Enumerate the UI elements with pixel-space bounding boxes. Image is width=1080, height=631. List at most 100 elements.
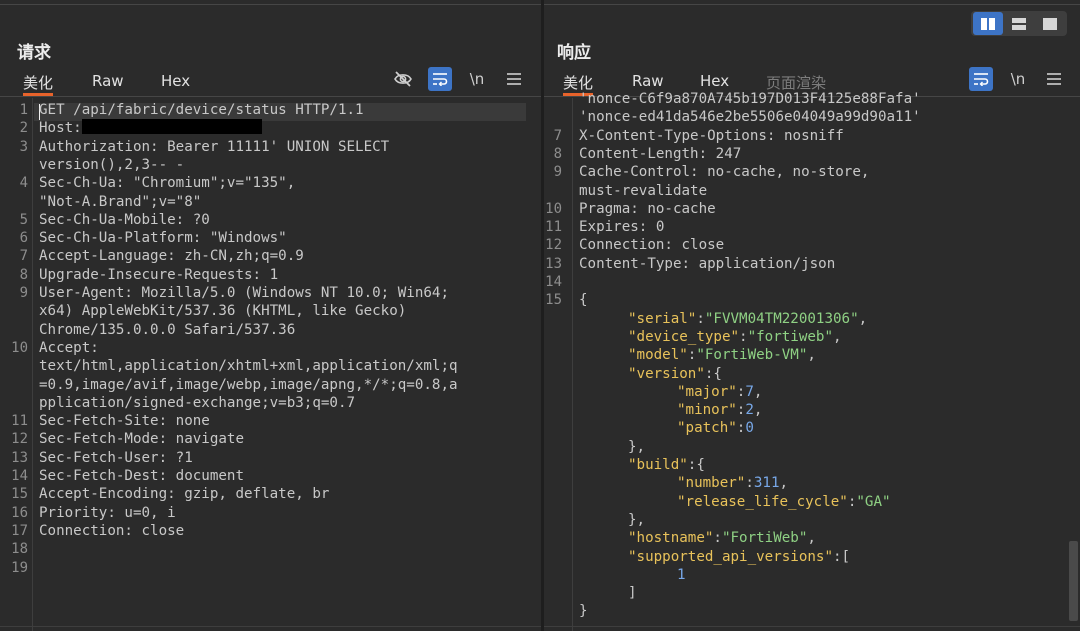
line-number: 17 bbox=[11, 522, 28, 539]
line-number: 7 bbox=[19, 248, 28, 265]
json-line: "hostname":"FortiWeb", bbox=[628, 529, 816, 547]
json-number: 311 bbox=[753, 475, 780, 492]
code-line: Content-Type: application/json bbox=[579, 255, 836, 272]
line-number: 4 bbox=[19, 175, 28, 192]
line-number: 14 bbox=[545, 274, 562, 290]
hamburger-menu-icon[interactable] bbox=[502, 67, 526, 91]
line-number: 8 bbox=[553, 145, 562, 162]
line-number bbox=[2, 302, 28, 320]
gutter-separator bbox=[32, 98, 33, 631]
json-punctuation: , bbox=[753, 383, 763, 400]
split-columns-icon[interactable] bbox=[973, 12, 1003, 35]
json-punctuation: :[ bbox=[833, 548, 851, 565]
line-number bbox=[2, 394, 28, 412]
json-number: 0 bbox=[745, 420, 754, 437]
line-number bbox=[2, 193, 28, 211]
newline-toggle-button[interactable]: \n bbox=[465, 67, 489, 91]
line-number bbox=[544, 90, 562, 108]
code-line: X-Content-Type-Options: nosniff bbox=[579, 127, 844, 144]
code-line: Sec-Ch-Ua-Platform: "Windows" bbox=[39, 230, 287, 247]
tab-request-pretty[interactable]: 美化 bbox=[23, 72, 54, 96]
json-line: } bbox=[579, 602, 588, 620]
json-string: "FortiWeb-VM" bbox=[696, 347, 808, 364]
line-number bbox=[2, 376, 28, 394]
panel-top-border bbox=[544, 4, 1080, 5]
code-line: Pragma: no-cache bbox=[579, 200, 716, 217]
line-number bbox=[2, 156, 28, 174]
gutter-separator bbox=[572, 98, 573, 631]
eye-slash-icon[interactable] bbox=[391, 67, 415, 91]
code-line: Upgrade-Insecure-Requests: 1 bbox=[39, 266, 279, 283]
json-line: "device_type":"fortiweb", bbox=[628, 328, 842, 346]
line-number: 7 bbox=[553, 127, 562, 144]
line-number bbox=[544, 108, 562, 126]
panel-top-border bbox=[0, 4, 541, 5]
code-line: version(),2,3-- - bbox=[39, 156, 185, 173]
json-punctuation: ] bbox=[628, 585, 637, 602]
json-line: "model":"FortiWeb-VM", bbox=[628, 346, 816, 364]
tab-request-raw[interactable]: Raw bbox=[92, 72, 124, 96]
line-number: 10 bbox=[11, 339, 28, 356]
response-scrollbar-thumb[interactable] bbox=[1069, 541, 1078, 621]
newline-toggle-button[interactable]: \n bbox=[1006, 67, 1030, 91]
json-line: "serial":"FVVM04TM22001306", bbox=[628, 310, 867, 328]
code-line: { bbox=[579, 292, 588, 309]
single-pane-icon[interactable] bbox=[1035, 12, 1065, 35]
json-punctuation: : bbox=[696, 310, 705, 327]
json-punctuation: } bbox=[579, 603, 588, 620]
code-line: pplication/signed-exchange;v=b3;q=0.7 bbox=[39, 394, 356, 411]
json-punctuation: , bbox=[833, 328, 842, 345]
json-key: "release_life_cycle" bbox=[677, 493, 848, 510]
json-line: "patch":0 bbox=[677, 419, 754, 437]
code-line: Accept-Encoding: gzip, deflate, br bbox=[39, 486, 330, 503]
line-number: 19 bbox=[11, 559, 28, 576]
json-key: "number" bbox=[677, 475, 746, 492]
line-number: 9 bbox=[553, 164, 562, 181]
code-line: 'nonce-ed41da546e2be5506e04049a99d90a11' bbox=[579, 109, 921, 126]
hamburger-menu-icon[interactable] bbox=[1042, 67, 1066, 91]
code-line: Sec-Fetch-Site: none bbox=[39, 413, 210, 430]
response-editor[interactable]: 'nonce-C6f9a870A745b197D013F4125e88Fafa'… bbox=[544, 91, 1080, 631]
line-number: 18 bbox=[11, 541, 28, 558]
json-punctuation: : bbox=[745, 475, 754, 492]
json-string: "FVVM04TM22001306" bbox=[704, 310, 859, 327]
json-string: "FortiWeb" bbox=[721, 530, 808, 547]
json-key: "minor" bbox=[677, 402, 737, 419]
json-line: "version":{ bbox=[628, 365, 722, 383]
json-line: "number":311, bbox=[677, 474, 788, 492]
line-number: 13 bbox=[545, 255, 562, 272]
code-line: Sec-Ch-Ua: "Chromium";v="135", bbox=[39, 175, 296, 192]
code-line: text/html,application/xhtml+xml,applicat… bbox=[39, 358, 458, 375]
json-line: ] bbox=[628, 584, 637, 602]
line-number: 11 bbox=[11, 413, 28, 430]
code-line: Connection: close bbox=[39, 522, 185, 539]
json-line: "build":{ bbox=[628, 456, 705, 474]
split-rows-icon[interactable] bbox=[1004, 12, 1034, 35]
line-number bbox=[2, 321, 28, 339]
line-number bbox=[544, 182, 562, 200]
code-line: Sec-Ch-Ua-Mobile: ?0 bbox=[39, 211, 210, 228]
request-editor[interactable]: 1 GET /api/fabric/device/status HTTP/1.1 2… bbox=[0, 98, 541, 631]
line-number: 12 bbox=[545, 237, 562, 254]
code-line: Sec-Fetch-User: ?1 bbox=[39, 449, 193, 466]
json-punctuation: , bbox=[807, 530, 816, 547]
word-wrap-icon[interactable] bbox=[969, 67, 993, 91]
word-wrap-icon[interactable] bbox=[428, 67, 452, 91]
line-number: 15 bbox=[545, 292, 562, 309]
line-number: 6 bbox=[19, 230, 28, 247]
redacted-host-value bbox=[81, 119, 262, 135]
line-number: 11 bbox=[545, 219, 562, 236]
json-key: "build" bbox=[628, 457, 688, 473]
code-line: Cache-Control: no-cache, no-store, bbox=[579, 164, 870, 181]
line-number: 12 bbox=[11, 431, 28, 448]
json-punctuation: , bbox=[779, 475, 789, 492]
request-panel: 请求 美化 Raw Hex \n 1 GET /api/fabric/device… bbox=[0, 0, 541, 631]
request-title: 请求 bbox=[17, 43, 51, 63]
json-key: "supported_api_versions" bbox=[628, 548, 833, 565]
json-line: }, bbox=[628, 438, 645, 456]
tab-request-hex[interactable]: Hex bbox=[161, 72, 190, 96]
response-title: 响应 bbox=[557, 43, 591, 63]
line-number: 13 bbox=[11, 449, 28, 466]
line-number: 5 bbox=[19, 211, 28, 228]
json-punctuation: :{ bbox=[704, 365, 722, 382]
